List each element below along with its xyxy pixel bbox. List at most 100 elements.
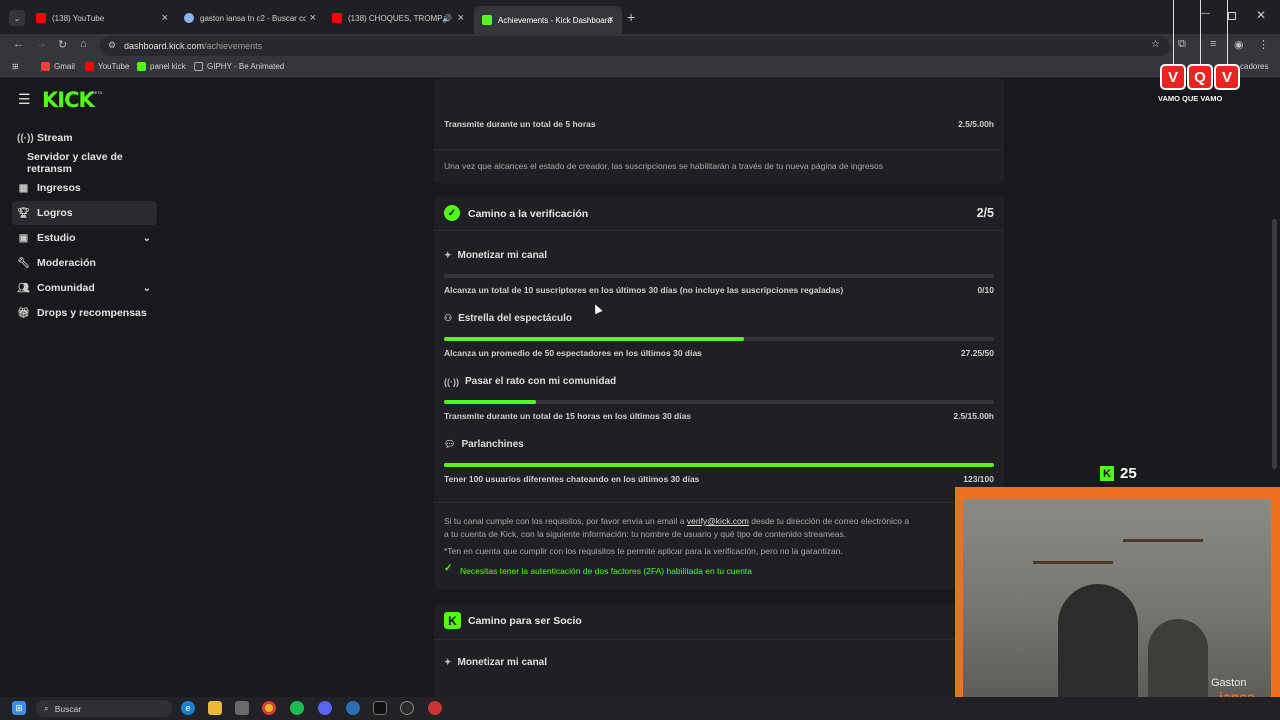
reload-icon[interactable]: ↻ xyxy=(58,38,67,51)
viewer-count: 25 xyxy=(1120,465,1137,482)
tab-youtube-video[interactable]: (138) CHOQUES, TROMPOS 🔊 × xyxy=(324,6,472,30)
close-icon[interactable]: × xyxy=(458,12,464,24)
apps-icon[interactable]: ⊞ xyxy=(12,62,19,71)
url-field[interactable]: ⚙ dashboard.kick.com/achievements ☆ xyxy=(100,36,1170,56)
sidebar-item-drops[interactable]: 🎁︎ Drops y recompensas xyxy=(12,301,157,325)
bookmarks-bar: ⊞ Gmail YouTube panel kick GIPHY - Be An… xyxy=(0,58,1280,78)
browser-tab-bar: ⌄ (138) YouTube × gaston iansa tn c2 - B… xyxy=(0,0,1280,34)
progress-fill xyxy=(444,337,744,341)
bookmark-youtube[interactable]: YouTube xyxy=(85,62,129,71)
chevron-down-icon[interactable]: ⌄ xyxy=(143,283,151,294)
creator-hours-value: 2.5/5.00h xyxy=(958,119,994,129)
taskbar-search[interactable]: ⌕ Buscar xyxy=(36,700,172,717)
bookmark-giphy[interactable]: GIPHY - Be Animated xyxy=(194,62,284,71)
sidebar-item-ingresos[interactable]: ▦ Ingresos xyxy=(12,176,157,200)
vqv-letter: V xyxy=(1214,64,1240,90)
chrome-icon[interactable] xyxy=(262,701,276,715)
tab-list-icon[interactable]: ⌄ xyxy=(9,10,25,26)
vqv-letter: Q xyxy=(1187,64,1213,90)
close-icon[interactable]: × xyxy=(162,12,168,24)
webcam-frame: Gaston iansa xyxy=(955,487,1280,720)
sparkle-icon: ✦ xyxy=(444,250,452,260)
broadcast-icon: ((·)) xyxy=(17,132,34,144)
tab-google-search[interactable]: gaston iansa tn c2 - Buscar con × xyxy=(176,6,324,30)
hamburger-menu-icon[interactable]: ☰ xyxy=(18,91,31,108)
achievement-title: ✦ Monetizar mi canal xyxy=(444,250,548,261)
tab-kick-achievements[interactable]: Achievements - Kick Dashboard × xyxy=(474,6,622,34)
verification-info-2: a tu cuenta de Kick, con la siguiente in… xyxy=(444,529,847,539)
achievement-desc: Tener 100 usuarios diferentes chateando … xyxy=(444,474,700,484)
kick-k-icon: K xyxy=(1100,466,1114,481)
verification-title: Camino a la verificación xyxy=(468,208,589,220)
sidebar-item-stream[interactable]: ((·)) Stream xyxy=(12,126,157,150)
webcam-shelf xyxy=(1123,539,1203,542)
forward-icon[interactable]: → xyxy=(36,38,47,50)
sidebar-item-logros[interactable]: 🏆︎ Logros xyxy=(12,201,157,225)
trophy-icon: 🏆︎ xyxy=(17,207,30,219)
divider xyxy=(434,230,1004,231)
kick-icon xyxy=(482,15,492,25)
site-info-icon[interactable]: ⚙ xyxy=(108,40,116,51)
achievement-title: ((·)) Pasar el rato con mi comunidad xyxy=(444,376,617,387)
sidebar-item-estudio[interactable]: ▣ Estudio ⌄ xyxy=(12,226,157,250)
windows-start-icon[interactable]: ⊞ xyxy=(12,701,26,715)
verification-disclaimer: *Ten en cuenta que cumplir con los requi… xyxy=(444,546,843,556)
spotify-icon[interactable] xyxy=(290,701,304,715)
tab-youtube[interactable]: (138) YouTube × xyxy=(28,6,176,30)
creator-note: Una vez que alcances el estado de creado… xyxy=(444,161,883,171)
edge-icon[interactable]: e xyxy=(181,701,195,715)
progress-track xyxy=(444,400,994,404)
achievement-title: ⚇ Estrella del espectáculo xyxy=(444,313,573,324)
verify-email-link[interactable]: verify@kick.com xyxy=(687,516,749,526)
sidebar-item-comunidad[interactable]: 👥︎ Comunidad ⌄ xyxy=(12,276,157,300)
creator-hours-desc: Transmite durante un total de 5 horas xyxy=(444,119,596,129)
sidebar-item-stream-key[interactable]: Servidor y clave de retransm xyxy=(12,151,157,175)
kick-logo[interactable]: KICK xyxy=(42,88,95,112)
youtube-icon xyxy=(85,62,94,71)
search-icon: ⌕ xyxy=(44,703,49,713)
store-icon[interactable] xyxy=(235,701,249,715)
app-icon[interactable] xyxy=(346,701,360,715)
obs-icon[interactable] xyxy=(400,701,414,715)
page-scrollbar[interactable] xyxy=(1272,219,1277,469)
youtube-icon xyxy=(332,13,342,23)
hanging-string xyxy=(1173,0,1174,64)
gmail-icon xyxy=(41,62,50,71)
kick-k-icon: K xyxy=(444,612,461,629)
close-icon[interactable]: × xyxy=(608,14,614,26)
webcam-shelf xyxy=(1033,561,1113,564)
windows-taskbar: ⊞ ⌕ Buscar e xyxy=(0,697,1280,720)
youtube-icon xyxy=(36,13,46,23)
wrench-icon: 🔧︎ xyxy=(17,257,30,269)
back-icon[interactable]: ← xyxy=(13,38,24,50)
achievement-title: ✦ Monetizar mi canal xyxy=(444,657,548,668)
people-icon: 👥︎ xyxy=(17,282,30,294)
bookmark-gmail[interactable]: Gmail xyxy=(41,62,75,71)
discord-icon[interactable] xyxy=(318,701,332,715)
speaker-icon: 🔊 xyxy=(442,13,452,23)
achievement-desc: Alcanza un promedio de 50 espectadores e… xyxy=(444,348,702,358)
sparkle-icon: ✦ xyxy=(444,657,452,667)
divider xyxy=(434,149,1004,150)
home-icon[interactable]: ⌂ xyxy=(80,38,87,50)
new-tab-button[interactable]: + xyxy=(627,9,635,25)
bookmark-panel-kick[interactable]: panel kick xyxy=(137,62,186,71)
webcam-person xyxy=(1148,619,1208,709)
achievement-value: 27.25/50 xyxy=(960,348,994,358)
hanging-string xyxy=(1227,0,1228,64)
menu-icon[interactable]: ⋮ xyxy=(1258,38,1269,51)
verification-info: Si tu canal cumple con los requisitos, p… xyxy=(444,516,910,526)
webcam-video: Gaston iansa xyxy=(963,499,1271,709)
close-window-button[interactable]: ✕ xyxy=(1256,8,1266,22)
verified-badge-icon: ✓ xyxy=(444,205,460,221)
hanging-string xyxy=(1200,0,1201,64)
file-explorer-icon[interactable] xyxy=(208,701,222,715)
vqv-logo-overlay: V Q V VAMO QUE VAMO xyxy=(1158,0,1250,110)
kick-icon xyxy=(137,62,146,71)
app-icon[interactable] xyxy=(428,701,442,715)
chevron-down-icon[interactable]: ⌄ xyxy=(143,233,151,244)
capcut-icon[interactable] xyxy=(373,701,387,715)
sidebar-item-moderacion[interactable]: 🔧︎ Moderación xyxy=(12,251,157,275)
2fa-requirement: Necesitas tener la autenticación de dos … xyxy=(460,566,753,576)
close-icon[interactable]: × xyxy=(310,12,316,24)
